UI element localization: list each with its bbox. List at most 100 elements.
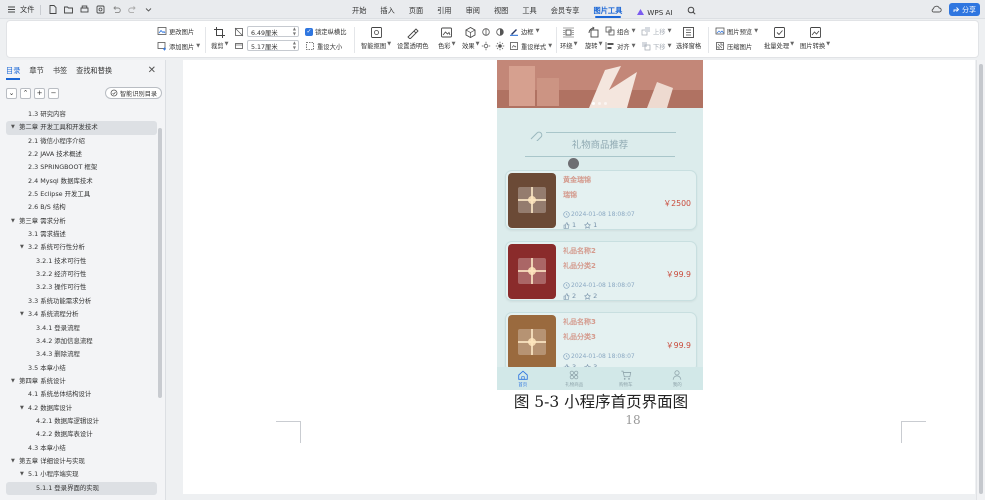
tab-references[interactable]: 引用 <box>430 0 458 19</box>
expand-arrow-icon[interactable]: ▼ <box>11 455 15 468</box>
redo-icon[interactable] <box>127 4 138 15</box>
toc-item[interactable]: ▼ 第五章 详细设计与实现 <box>6 455 157 468</box>
tab-tools[interactable]: 工具 <box>515 0 543 19</box>
print-preview-icon[interactable] <box>95 4 106 15</box>
stepper-icon[interactable]: ▲ ▼ <box>293 40 296 50</box>
star-icon[interactable] <box>584 292 592 300</box>
color-button[interactable]: 色彩 ▼ <box>438 26 455 50</box>
selection-pane-button[interactable]: 选择窗格 <box>676 26 701 50</box>
height-field[interactable]: 6.49厘米 ▲ ▼ <box>247 26 299 37</box>
smart-toc-button[interactable]: 智能识别目录 <box>105 87 163 99</box>
image-convert-button[interactable]: 图片转换 ▼ <box>800 26 830 50</box>
rotate-button[interactable]: 旋转 ▼ <box>585 26 602 50</box>
toc-item[interactable]: ▼ 第二章 开发工具和开发技术 <box>6 121 157 135</box>
toc-item[interactable]: 2.3 SPRINGBOOT 框架 <box>6 161 157 174</box>
tab-page[interactable]: 页面 <box>402 0 430 19</box>
reset-style-button[interactable]: 重设样式 ▼ <box>509 41 552 51</box>
brightness-icon[interactable] <box>481 27 491 37</box>
tab-view[interactable]: 视图 <box>487 0 515 19</box>
brightness-up-icon[interactable] <box>495 41 505 51</box>
toc-item[interactable]: 3.2.2 经济可行性 <box>6 268 157 281</box>
image-preview-button[interactable]: 图片预览 ▼ <box>715 26 758 36</box>
toc-item[interactable]: 2.6 B/S 结构 <box>6 201 157 214</box>
tab-insert[interactable]: 插入 <box>373 0 401 19</box>
tab-find-replace[interactable]: 查找和替换 <box>76 66 112 80</box>
search-button[interactable] <box>680 0 703 19</box>
toc-item[interactable]: 3.4.3 删除流程 <box>6 348 157 361</box>
share-button[interactable]: 分享 <box>949 3 980 16</box>
undo-icon[interactable] <box>111 4 122 15</box>
toc-scrollbar[interactable] <box>158 128 162 398</box>
carousel-indicator[interactable] <box>592 102 607 105</box>
new-document-icon[interactable] <box>47 4 58 15</box>
expand-arrow-icon[interactable]: ▼ <box>20 308 24 321</box>
expand-arrow-icon[interactable]: ▼ <box>20 402 24 415</box>
expand-arrow-icon[interactable]: ▼ <box>11 121 15 134</box>
chevron-down-icon[interactable] <box>143 4 154 15</box>
toc-item[interactable]: 3.5 本章小结 <box>6 362 157 375</box>
toc-item[interactable]: 4.2.1 数据库逻辑设计 <box>6 415 157 428</box>
tab-chapters[interactable]: 章节 <box>29 66 43 80</box>
add-heading-button[interactable]: + <box>34 88 45 99</box>
toc-item[interactable]: 5.1.1 登录界面的实现 <box>6 481 157 495</box>
compress-image-button[interactable]: 压缩图片 <box>715 41 752 51</box>
add-image-button[interactable]: 添加图片 ▼ <box>157 41 200 51</box>
horizontal-scrollbar[interactable] <box>167 494 976 500</box>
tab-wps-ai[interactable]: WPS AI <box>629 0 679 19</box>
border-button[interactable]: 边框 ▼ <box>509 26 539 36</box>
tab-bar-item[interactable]: 首页 <box>497 367 549 390</box>
print-icon[interactable] <box>79 4 90 15</box>
toc-item[interactable]: 3.1 需求描述 <box>6 228 157 241</box>
width-field[interactable]: 5.17厘米 ▲ ▼ <box>247 40 299 51</box>
product-card[interactable]: 礼品名称3礼品分类3￥99.92024-01-08 18:08:0733 <box>505 312 697 372</box>
file-menu[interactable]: 文件 <box>20 5 34 15</box>
scrollbar-thumb[interactable] <box>979 64 983 494</box>
expand-arrow-icon[interactable]: ▼ <box>11 215 15 228</box>
tab-member[interactable]: 会员专享 <box>544 0 587 19</box>
send-backward-button[interactable]: 下移 ▼ <box>641 41 671 51</box>
tab-bar-item[interactable]: 我的 <box>652 367 704 390</box>
cloud-sync-icon[interactable] <box>931 4 942 15</box>
batch-process-button[interactable]: 批量处理 ▼ <box>764 26 794 50</box>
vertical-scrollbar[interactable] <box>976 60 985 500</box>
expand-arrow-icon[interactable]: ▼ <box>20 468 24 481</box>
group-button[interactable]: 组合 ▼ <box>605 26 635 36</box>
product-card[interactable]: 礼品名称2 礼品分类2 ￥99.9 2024-01-08 18:08:07 2 2 <box>505 241 697 301</box>
toc-item[interactable]: 3.4.2 添加信息流程 <box>6 335 157 348</box>
toc-item[interactable]: ▼ 5.1 小程序端实现 <box>6 468 157 481</box>
toc-item[interactable]: 2.2 JAVA 技术概述 <box>6 148 157 161</box>
toc-item[interactable]: 3.2.3 操作可行性 <box>6 281 157 294</box>
crop-button[interactable]: 裁剪 ▼ <box>211 26 228 50</box>
toc-item[interactable]: 2.4 Mysql 数据库技术 <box>6 175 157 188</box>
toc-item[interactable]: ▼ 第四章 系统设计 <box>6 375 157 388</box>
stepper-icon[interactable]: ▲ ▼ <box>293 26 296 36</box>
toc-item[interactable]: 4.1 系统总体结构设计 <box>6 388 157 401</box>
tab-home[interactable]: 开始 <box>345 0 373 19</box>
toc-item[interactable]: ▼ 4.2 数据库设计 <box>6 402 157 415</box>
toc-item[interactable]: 2.1 微信小程序介绍 <box>6 135 157 148</box>
wrap-button[interactable]: 环绕 ▼ <box>560 26 577 50</box>
bring-forward-button[interactable]: 上移 ▼ <box>641 26 671 36</box>
tab-bar-item[interactable]: 礼物商品 <box>549 367 601 390</box>
toc-item[interactable]: 3.2.1 技术可行性 <box>6 255 157 268</box>
change-image-button[interactable]: 更改图片 <box>157 26 194 36</box>
remove-heading-button[interactable]: − <box>48 88 59 99</box>
set-transparent-button[interactable]: 设置透明色 <box>397 26 428 50</box>
toc-item[interactable]: ▼ 第三章 需求分析 <box>6 215 157 228</box>
expand-arrow-icon[interactable]: ▼ <box>11 375 15 388</box>
collapse-all-button[interactable]: ⌄ <box>6 88 17 99</box>
toc-item[interactable]: 2.5 Eclipse 开发工具 <box>6 188 157 201</box>
smart-crop-button[interactable]: 智能抠图 ▼ <box>361 26 391 50</box>
close-icon[interactable]: ✕ <box>148 65 156 76</box>
star-icon[interactable] <box>584 221 592 229</box>
align-button[interactable]: 对齐 ▼ <box>605 41 635 51</box>
tab-bookmarks[interactable]: 书签 <box>53 66 67 80</box>
expand-up-button[interactable]: ⌃ <box>20 88 31 99</box>
effects-button[interactable]: 效果 ▼ <box>462 26 479 50</box>
toc-item[interactable]: 3.4.1 登录流程 <box>6 322 157 335</box>
toc-item[interactable]: 4.3 本章小结 <box>6 442 157 455</box>
embedded-image-mini-program[interactable]: 礼物商品推荐 黄金瑞锦 瑞锦 ￥2500 2024-01-08 18:08:07 1 1 礼… <box>497 60 703 390</box>
toc-item[interactable]: ▼ 3.2 系统可行性分析 <box>6 241 157 254</box>
toc-item[interactable]: 4.2.2 数据库表设计 <box>6 428 157 441</box>
thumbs-up-icon[interactable] <box>563 292 570 300</box>
